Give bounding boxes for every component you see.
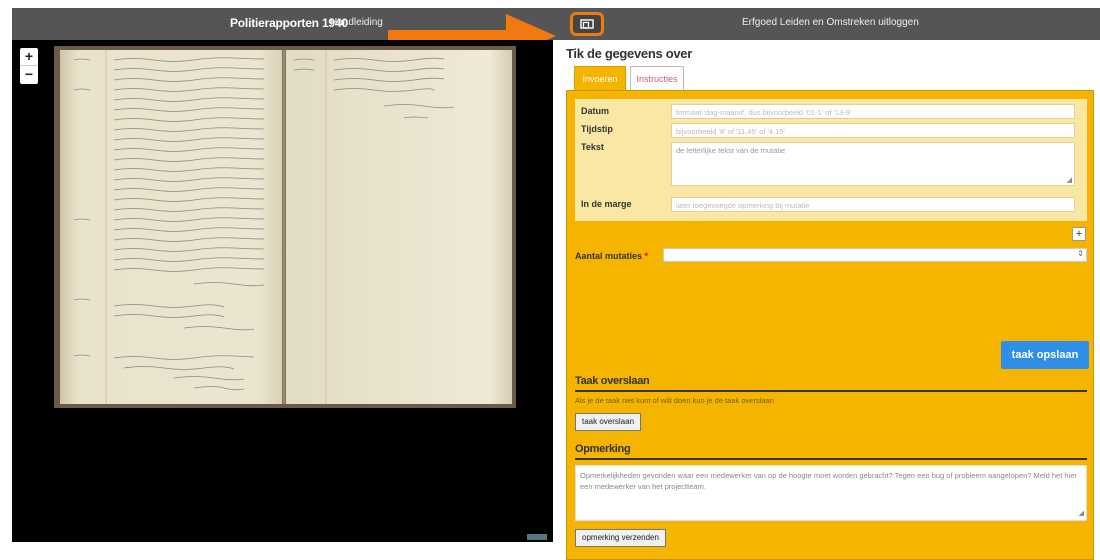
transcription-panel: Tik de gegevens over Invoeren Instructie… — [566, 40, 1100, 560]
add-mutation-button[interactable]: + — [1072, 227, 1086, 241]
remark-heading: Opmerking — [575, 443, 631, 455]
tab-invoeren[interactable]: Invoeren — [574, 66, 626, 92]
marge-label: In de marge — [581, 199, 632, 209]
zoom-in-button[interactable]: + — [20, 48, 38, 66]
zoom-controls: + − — [20, 48, 38, 84]
skip-task-button[interactable]: taak overslaan — [575, 413, 642, 431]
remark-textarea[interactable]: Opmerkelijkheden gevonden waar een medew… — [575, 465, 1087, 521]
datum-label: Datum — [581, 106, 610, 116]
skip-heading: Taak overslaan — [575, 375, 650, 387]
fullscreen-icon — [580, 19, 594, 29]
marge-field[interactable]: later toegevoegde opmerking bij mutatie — [671, 197, 1075, 212]
panel-heading: Tik de gegevens over — [566, 46, 692, 61]
tijdstip-field[interactable]: bijvoorbeeld '8' of '11.45' of '4.15' — [671, 123, 1075, 138]
resize-handle-icon[interactable]: ◢ — [1067, 176, 1072, 184]
entry-form: Datum formaat 'dag-maand', dus bijvoorbe… — [566, 90, 1094, 560]
manual-link[interactable]: Handleiding — [330, 17, 383, 28]
viewer-scale-marker — [527, 534, 547, 540]
required-marker: * — [644, 251, 649, 261]
mutation-fields: Datum formaat 'dag-maand', dus bijvoorbe… — [575, 99, 1087, 221]
stepper-arrows-icon[interactable]: ⇕ — [1077, 249, 1084, 258]
save-task-button[interactable]: taak opslaan — [1001, 341, 1089, 369]
remark-divider — [575, 458, 1087, 460]
aantal-mutaties-stepper[interactable]: ⇕ — [663, 248, 1087, 262]
skip-divider — [575, 390, 1087, 392]
tekst-label: Tekst — [581, 142, 604, 152]
fullscreen-button[interactable] — [570, 12, 604, 36]
logout-link[interactable]: Erfgoed Leiden en Omstreken uitloggen — [742, 17, 919, 28]
aantal-mutaties-text: Aantal mutaties — [575, 251, 643, 261]
scanned-ledger-image — [54, 46, 516, 408]
image-viewer[interactable]: + − — [12, 40, 553, 542]
tijdstip-label: Tijdstip — [581, 124, 613, 134]
tekst-placeholder: de letterlijke tekst van de mutatie — [676, 146, 786, 155]
datum-field[interactable]: formaat 'dag-maand', dus bijvoorbeeld '0… — [671, 104, 1075, 119]
tab-instructies[interactable]: Instructies — [630, 66, 684, 92]
tekst-field[interactable]: de letterlijke tekst van de mutatie ◢ — [671, 142, 1075, 186]
send-remark-button[interactable]: opmerking verzenden — [575, 529, 666, 547]
zoom-out-button[interactable]: − — [20, 66, 38, 84]
skip-description: Als je de taak niet kunt of wilt doen ku… — [575, 396, 774, 405]
remark-placeholder: Opmerkelijkheden gevonden waar een medew… — [580, 471, 1077, 491]
aantal-mutaties-label: Aantal mutaties * — [575, 251, 648, 261]
resize-handle-icon[interactable]: ◢ — [1079, 508, 1084, 519]
